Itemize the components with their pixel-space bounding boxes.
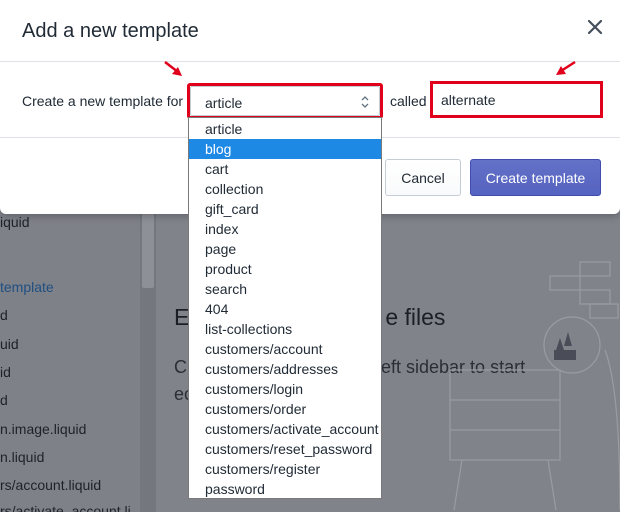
modal-header: Add a new template <box>0 0 620 62</box>
close-icon <box>587 19 603 35</box>
template-type-select[interactable]: article <box>187 83 383 119</box>
sidebar-file: rs/activate_account.li <box>0 503 131 512</box>
dropdown-option-index[interactable]: index <box>189 219 381 239</box>
sidebar-file: d <box>0 307 8 323</box>
dropdown-option-page[interactable]: page <box>189 239 381 259</box>
template-type-dropdown: article blog cart collection gift_card i… <box>188 117 382 499</box>
select-value: article <box>205 95 243 111</box>
template-for-label: Create a new template for <box>22 93 184 109</box>
called-label: called <box>390 93 427 109</box>
dropdown-option-customers-login[interactable]: customers/login <box>189 379 381 399</box>
dropdown-option-password[interactable]: password <box>189 479 381 499</box>
template-name-input[interactable] <box>430 81 603 118</box>
dropdown-option-customers-account[interactable]: customers/account <box>189 339 381 359</box>
sidebar-add-template-link: template <box>0 279 54 295</box>
empty-state-illustration <box>449 261 620 511</box>
modal-title: Add a new template <box>22 20 199 42</box>
sidebar-scroll-thumb <box>142 212 154 288</box>
sidebar-file: n.image.liquid <box>0 421 87 437</box>
sidebar-file: id <box>0 364 11 380</box>
dropdown-option-article[interactable]: article <box>189 119 381 139</box>
sidebar-file: rs/account.liquid <box>0 477 102 493</box>
dropdown-option-product[interactable]: product <box>189 259 381 279</box>
dropdown-option-blog[interactable]: blog <box>189 139 381 159</box>
cancel-button[interactable]: Cancel <box>385 159 461 196</box>
dropdown-option-cart[interactable]: cart <box>189 159 381 179</box>
dropdown-option-gift-card[interactable]: gift_card <box>189 199 381 219</box>
dropdown-option-collection[interactable]: collection <box>189 179 381 199</box>
dropdown-option-customers-addresses[interactable]: customers/addresses <box>189 359 381 379</box>
sidebar-file: iquid <box>0 214 30 230</box>
dropdown-option-search[interactable]: search <box>189 279 381 299</box>
close-button[interactable] <box>582 14 608 40</box>
sidebar-file: d <box>0 392 8 408</box>
sidebar-file: n.liquid <box>0 449 45 465</box>
dropdown-option-customers-order[interactable]: customers/order <box>189 399 381 419</box>
dropdown-option-customers-register[interactable]: customers/register <box>189 459 381 479</box>
dropdown-option-customers-reset-password[interactable]: customers/reset_password <box>189 439 381 459</box>
create-template-button[interactable]: Create template <box>470 159 601 196</box>
sidebar-file: uid <box>0 336 19 352</box>
dropdown-option-list-collections[interactable]: list-collections <box>189 319 381 339</box>
dropdown-option-customers-activate-account[interactable]: customers/activate_account <box>189 419 381 439</box>
chevron-up-down-icon <box>361 96 369 108</box>
dropdown-option-404[interactable]: 404 <box>189 299 381 319</box>
